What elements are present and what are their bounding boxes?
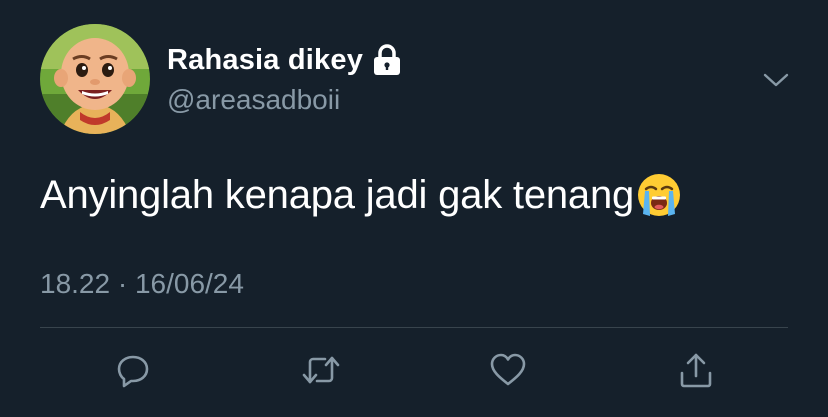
lock-icon <box>373 44 401 76</box>
chevron-down-icon[interactable] <box>762 66 790 94</box>
retweet-button[interactable] <box>301 350 341 390</box>
avatar[interactable] <box>40 24 150 134</box>
user-handle[interactable]: @areasadboii <box>167 84 340 116</box>
name-row: Rahasia dikey <box>167 42 401 78</box>
loudly-crying-face-icon <box>636 172 682 218</box>
retweet-icon <box>301 352 341 388</box>
tweet-card: Rahasia dikey @areasadboii Anyinglah ken… <box>0 0 828 417</box>
avatar-image <box>40 24 150 134</box>
divider <box>40 327 788 328</box>
like-button[interactable] <box>488 350 528 390</box>
display-name[interactable]: Rahasia dikey <box>167 44 363 77</box>
tweet-text: Anyinglah kenapa jadi gak tenang <box>40 172 682 218</box>
reply-button[interactable] <box>113 350 153 390</box>
reply-icon <box>115 352 151 388</box>
heart-icon <box>489 352 527 388</box>
tweet-text-content: Anyinglah kenapa jadi gak tenang <box>40 172 635 217</box>
share-icon <box>678 351 714 389</box>
tweet-timestamp[interactable]: 18.22 · 16/06/24 <box>40 268 244 300</box>
share-button[interactable] <box>676 350 716 390</box>
